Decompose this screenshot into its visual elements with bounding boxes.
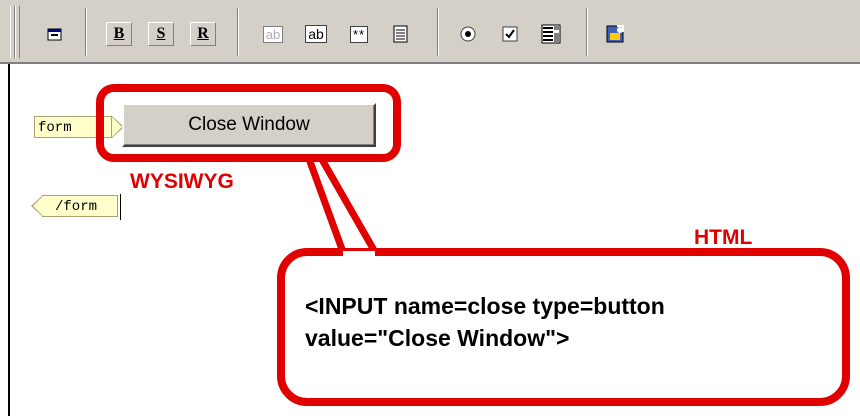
- html-code-snippet: <INPUT name=close type=button value="Clo…: [305, 290, 835, 354]
- html-code-line: <INPUT name=close type=button: [305, 293, 665, 319]
- callout-pointer: [304, 154, 379, 254]
- html-code-line: value="Close Window">: [305, 325, 570, 351]
- close-window-button[interactable]: Close Window: [122, 103, 376, 147]
- wysiwyg-label: WYSIWYG: [130, 170, 234, 193]
- html-label: HTML: [694, 226, 753, 249]
